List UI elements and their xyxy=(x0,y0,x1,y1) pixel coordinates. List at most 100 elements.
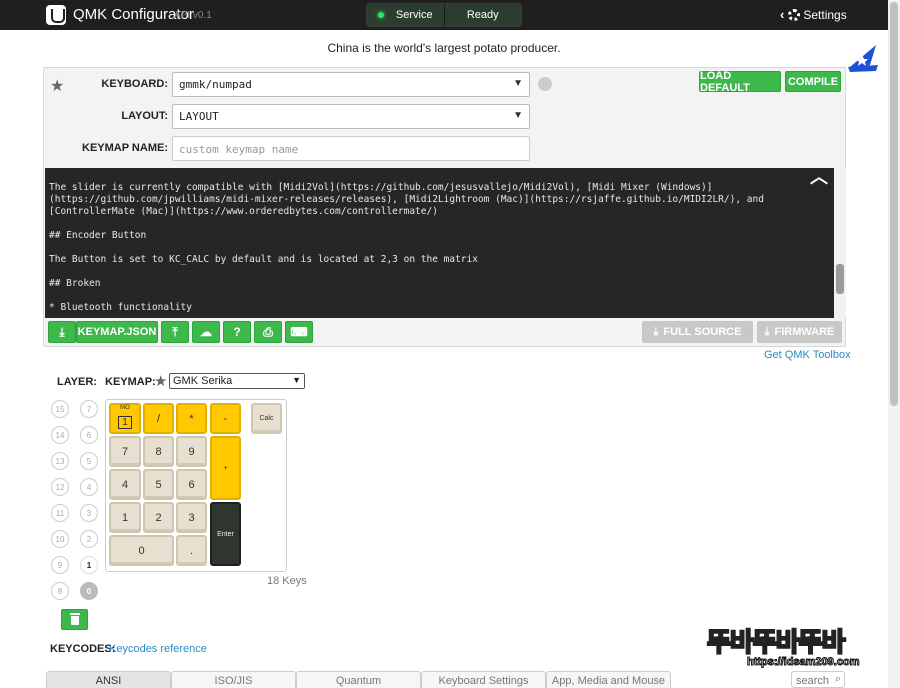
qmk-toolbox-link[interactable]: Get QMK Toolbox xyxy=(764,349,851,361)
layer-button-0[interactable]: 0 xyxy=(80,582,98,600)
import-keymap-button[interactable]: ☁ xyxy=(192,321,220,343)
layer-button-11[interactable]: 11 xyxy=(51,504,69,522)
help-button[interactable]: ? xyxy=(223,321,251,343)
keymap-colorway-select[interactable]: GMK Serika ▼ xyxy=(169,373,305,389)
layer-button-10[interactable]: 10 xyxy=(51,530,69,548)
tab-quantum[interactable]: Quantum xyxy=(296,671,421,688)
layer-button-2[interactable]: 2 xyxy=(80,530,98,548)
favorite-keymap-star-icon[interactable]: ★ xyxy=(154,372,167,390)
layer-button-15[interactable]: 15 xyxy=(51,400,69,418)
chevron-down-icon: ▼ xyxy=(513,78,523,89)
download-keymap-button[interactable]: ⤓ xyxy=(48,321,76,343)
layer-button-13[interactable]: 13 xyxy=(51,452,69,470)
service-status: Service xyxy=(367,4,445,26)
layer-button-3[interactable]: 3 xyxy=(80,504,98,522)
chevron-down-icon: ▼ xyxy=(292,375,301,385)
key-enter[interactable]: Enter xyxy=(210,502,241,566)
chevron-left-icon: ‹ xyxy=(780,7,785,22)
tab-keyboard-settings[interactable]: Keyboard Settings xyxy=(421,671,546,688)
layer-button-12[interactable]: 12 xyxy=(51,478,69,496)
key-1[interactable]: 1 xyxy=(109,502,141,533)
layer-button-14[interactable]: 14 xyxy=(51,426,69,444)
console-line: ## Broken xyxy=(49,278,101,289)
compile-button[interactable]: COMPILE xyxy=(785,71,841,92)
layer-button-9[interactable]: 9 xyxy=(51,556,69,574)
keymap-colorway-value: GMK Serika xyxy=(173,375,233,387)
key-8[interactable]: 8 xyxy=(143,436,174,467)
site-watermark: 뚜바뚜바뚜바 https://idsam209.com xyxy=(706,622,889,678)
keymap-name-label: KEYMAP NAME: xyxy=(82,142,168,154)
clear-layer-button[interactable] xyxy=(61,609,88,630)
tab-app-media-and-mouse[interactable]: App, Media and Mouse xyxy=(546,671,671,688)
key-calc[interactable]: Calc xyxy=(251,403,282,434)
key-9[interactable]: 9 xyxy=(176,436,207,467)
keymap-label: KEYMAP: xyxy=(105,376,156,388)
tab-iso-jis[interactable]: ISO/JIS xyxy=(171,671,296,688)
keyboard-label: KEYBOARD: xyxy=(101,78,168,90)
layer-button-4[interactable]: 4 xyxy=(80,478,98,496)
console-scroll-thumb[interactable] xyxy=(836,264,844,294)
console-line: The Button is set to KC_CALC by default … xyxy=(49,254,478,265)
console-output[interactable]: ## SliderThe slider is currently compati… xyxy=(45,168,846,318)
layer-button-7[interactable]: 7 xyxy=(80,400,98,418)
layer-button-5[interactable]: 5 xyxy=(80,452,98,470)
key-asterisk[interactable]: * xyxy=(176,403,207,434)
full-source-button[interactable]: ⤓ FULL SOURCE xyxy=(642,321,753,343)
keymap-name-input[interactable]: custom keymap name xyxy=(172,136,530,161)
print-button[interactable]: ⎙ xyxy=(254,321,282,343)
keyboard-select-value: gmmk/numpad xyxy=(179,78,252,91)
console-line xyxy=(49,242,828,254)
chevron-up-icon[interactable]: ︿ xyxy=(810,169,828,187)
status-group: Service Ready xyxy=(366,3,522,27)
watermark-text: 뚜바뚜바뚜바 xyxy=(706,626,847,658)
key-mo1[interactable]: MO 1 xyxy=(109,403,141,434)
layout-select-value: LAYOUT xyxy=(179,110,219,123)
test-keyboard-button[interactable]: ⌨ xyxy=(285,321,313,343)
key-dot[interactable]: . xyxy=(176,535,207,566)
watermark-url: https://idsam209.com xyxy=(746,656,860,669)
layout-label: LAYOUT: xyxy=(121,110,168,122)
key-0[interactable]: 0 xyxy=(109,535,174,566)
key-7[interactable]: 7 xyxy=(109,436,141,467)
tagline: China is the world's largest potato prod… xyxy=(327,41,561,55)
wizard-hat-icon[interactable] xyxy=(846,43,880,73)
console-line: * Bluetooth functionality xyxy=(49,302,192,313)
key-5[interactable]: 5 xyxy=(143,469,174,500)
download-icon: ⤓ xyxy=(653,325,659,338)
page-scrollbar[interactable] xyxy=(888,0,900,688)
settings-button[interactable]: ‹ Settings xyxy=(780,7,847,22)
question-icon: ? xyxy=(233,325,241,339)
layer-button-1[interactable]: 1 xyxy=(80,556,98,574)
key-3[interactable]: 3 xyxy=(176,502,207,533)
layer-button-8[interactable]: 8 xyxy=(51,582,69,600)
console-lines: ## SliderThe slider is currently compati… xyxy=(49,168,828,314)
page-scroll-thumb[interactable] xyxy=(890,2,898,406)
key-minus[interactable]: - xyxy=(210,403,241,434)
firmware-label: FIRMWARE xyxy=(774,326,835,338)
gear-icon xyxy=(788,8,801,21)
console-scrollbar[interactable] xyxy=(834,168,846,318)
layer-button-6[interactable]: 6 xyxy=(80,426,98,444)
ready-status: Ready xyxy=(444,4,521,26)
github-icon[interactable] xyxy=(538,77,552,91)
key-mo-layer: 1 xyxy=(118,415,132,429)
key-6[interactable]: 6 xyxy=(176,469,207,500)
key-2[interactable]: 2 xyxy=(143,502,174,533)
key-plus[interactable]: + xyxy=(210,436,241,500)
firmware-button[interactable]: ⤓ FIRMWARE xyxy=(757,321,842,343)
keycode-tabs: ANSI ISO/JIS Quantum Keyboard Settings App, … xyxy=(46,671,671,688)
keycodes-reference-link[interactable]: Keycodes reference xyxy=(109,643,207,655)
keycodes-label: KEYCODES: xyxy=(50,643,116,655)
full-source-label: FULL SOURCE xyxy=(663,326,742,338)
keyboard-select[interactable]: gmmk/numpad ▼ xyxy=(172,72,530,97)
keys-count: 18 Keys xyxy=(267,575,307,587)
key-4[interactable]: 4 xyxy=(109,469,141,500)
key-slash[interactable]: / xyxy=(143,403,174,434)
keymap-json-button[interactable]: KEYMAP.JSON xyxy=(76,321,158,343)
qmk-logo-icon xyxy=(46,5,66,25)
toolbar: ⤓ KEYMAP.JSON ⤒ ☁ ? ⎙ ⌨ xyxy=(48,321,313,343)
tab-ansi[interactable]: ANSI xyxy=(46,671,171,688)
load-default-button[interactable]: LOAD DEFAULT xyxy=(699,70,781,94)
upload-keymap-button[interactable]: ⤒ xyxy=(161,321,189,343)
layout-select[interactable]: LAYOUT ▼ xyxy=(172,104,530,129)
